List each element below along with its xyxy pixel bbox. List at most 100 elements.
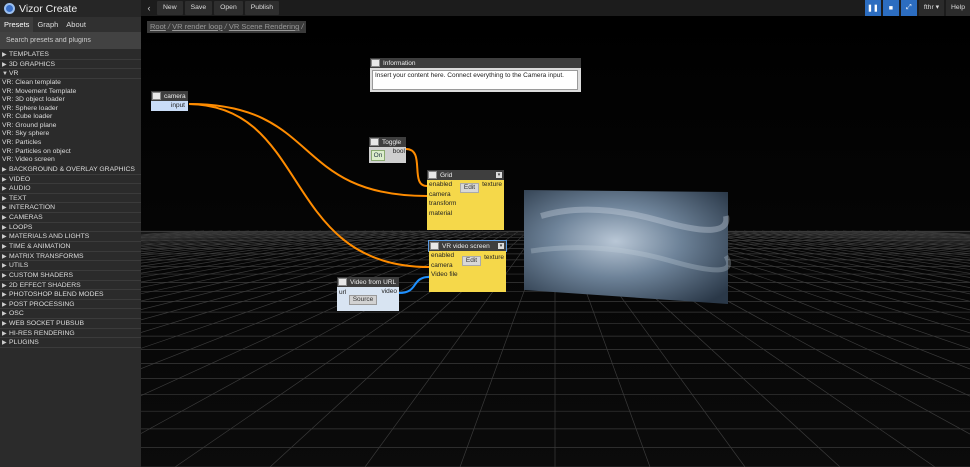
information-text-area[interactable]: Insert your content here. Connect everyt…	[372, 70, 578, 90]
node-header[interactable]: Information	[370, 58, 581, 68]
stop-icon[interactable]: ■	[882, 0, 899, 16]
input-port-material[interactable]: material	[427, 209, 504, 219]
preset-item[interactable]: VR: Particles on object	[0, 148, 141, 157]
tab-presets[interactable]: Presets	[0, 17, 34, 32]
category-loops[interactable]: ▶ LOOPS	[0, 223, 141, 233]
input-port-transform[interactable]: transform	[427, 199, 504, 209]
breadcrumb: Root / VR render loop / VR Scene Renderi…	[147, 21, 307, 33]
camera-output-port[interactable]: input	[151, 101, 188, 111]
category-post-processing[interactable]: ▶ POST PROCESSING	[0, 300, 141, 310]
category-hi-res-rendering[interactable]: ▶ HI-RES RENDERING	[0, 329, 141, 339]
tab-about[interactable]: About	[62, 17, 90, 32]
source-button[interactable]: Source	[349, 295, 377, 305]
open-button[interactable]: Open	[214, 1, 243, 15]
search-bar	[0, 32, 141, 49]
texture-output-port[interactable]: texture	[484, 254, 504, 261]
video-output-port[interactable]: video	[381, 288, 397, 295]
node-menu-icon[interactable]: ▾	[496, 172, 502, 178]
node-header[interactable]: Video from URL	[337, 277, 399, 287]
category-label: WEB SOCKET PUBSUB	[9, 320, 85, 328]
category-utils[interactable]: ▶ UTILS	[0, 261, 141, 271]
preset-category-list: ▶ TEMPLATES ▶ 3D GRAPHICS ▼VR VR: Clean templ…	[0, 49, 141, 349]
vr-video-screen-node[interactable]: VR video screen ▾ enabled camera Video f…	[428, 240, 507, 292]
category-matrix-transforms[interactable]: ▶ MATRIX TRANSFORMS	[0, 252, 141, 262]
node-title: Toggle	[382, 138, 402, 146]
category-label: TIME & ANIMATION	[9, 242, 71, 250]
save-button[interactable]: Save	[184, 1, 213, 15]
category-cameras[interactable]: ▶ CAMERAS	[0, 213, 141, 223]
sidebar-tabs: Presets Graph About	[0, 17, 141, 32]
category-video[interactable]: ▶ VIDEO	[0, 175, 141, 185]
publish-button[interactable]: Publish	[244, 1, 280, 15]
node-header[interactable]: Grid ▾	[427, 170, 504, 180]
back-chevron-icon[interactable]: ‹	[143, 3, 155, 13]
pause-icon[interactable]: ❚❚	[864, 0, 881, 16]
tab-graph[interactable]: Graph	[33, 17, 62, 32]
category-text[interactable]: ▶ TEXT	[0, 194, 141, 204]
input-port-video-file[interactable]: Video file	[429, 270, 506, 280]
preset-item[interactable]: VR: Sky sphere	[0, 130, 141, 139]
category-osc[interactable]: ▶ OSC	[0, 309, 141, 320]
node-header[interactable]: VR video screen ▾	[428, 240, 507, 252]
brand-bar: Vizor Create	[0, 0, 141, 17]
fullscreen-icon[interactable]: ⤢	[900, 0, 917, 16]
preset-item[interactable]: VR: Movement Template	[0, 88, 141, 97]
toggle-on-button[interactable]: On	[371, 150, 385, 161]
grid-node[interactable]: Grid ▾ enabled camera transform material…	[427, 170, 504, 230]
category-time-animation[interactable]: ▶ TIME & ANIMATION	[0, 242, 141, 252]
preset-item[interactable]: VR: Clean template	[0, 79, 141, 88]
category-web-socket-pubsub[interactable]: ▶ WEB SOCKET PUBSUB	[0, 319, 141, 329]
category-label: VR	[9, 70, 19, 78]
node-menu-icon[interactable]: ▾	[498, 243, 504, 249]
breadcrumb-scene[interactable]: VR Scene Rendering	[229, 22, 299, 31]
new-button[interactable]: New	[157, 1, 183, 15]
category-label: 3D GRAPHICS	[9, 60, 56, 68]
node-title: Grid	[440, 171, 453, 179]
category-2d-effect-shaders[interactable]: ▶ 2D EFFECT SHADERS	[0, 281, 141, 291]
category-interaction[interactable]: ▶ INTERACTION	[0, 203, 141, 214]
preset-item[interactable]: VR: Cube loader	[0, 113, 141, 122]
texture-output-port[interactable]: texture	[482, 181, 502, 188]
category-label: TEXT	[9, 194, 27, 202]
user-menu[interactable]: fthr ▾	[918, 0, 945, 16]
node-header[interactable]: camera	[151, 91, 188, 101]
video-from-url-node[interactable]: Video from URL url Source video	[337, 277, 399, 311]
node-title: camera	[164, 92, 186, 100]
category-label: HI-RES RENDERING	[9, 329, 75, 337]
graph-canvas[interactable]: Root / VR render loop / VR Scene Renderi…	[141, 16, 970, 467]
camera-node[interactable]: camera input	[151, 91, 188, 111]
help-button[interactable]: Help	[946, 0, 970, 16]
node-type-icon	[152, 92, 161, 100]
category-audio[interactable]: ▶ AUDIO	[0, 184, 141, 194]
chevron-right-icon: ▶	[2, 340, 7, 347]
bool-output-port[interactable]: bool	[393, 148, 405, 155]
breadcrumb-root[interactable]: Root	[150, 22, 166, 31]
preset-item[interactable]: VR: Particles	[0, 139, 141, 148]
category-materials-and-lights[interactable]: ▶ MATERIALS AND LIGHTS	[0, 232, 141, 242]
information-node[interactable]: Information Insert your content here. Co…	[370, 58, 581, 92]
breadcrumb-render-loop[interactable]: VR render loop	[172, 22, 222, 31]
preset-item[interactable]: VR: 3D object loader	[0, 96, 141, 105]
preset-item[interactable]: VR: Sphere loader	[0, 105, 141, 114]
url-input-port[interactable]: url	[337, 288, 346, 298]
category-label: AUDIO	[9, 185, 31, 193]
node-type-icon	[428, 171, 437, 179]
preset-item[interactable]: VR: Ground plane	[0, 122, 141, 131]
search-input[interactable]	[6, 34, 134, 47]
category-plugins[interactable]: ▶ PLUGINS	[0, 338, 141, 349]
edit-button[interactable]: Edit	[462, 256, 481, 266]
category-3d-graphics[interactable]: ▶ 3D GRAPHICS	[0, 60, 141, 70]
category-background-overlay-graphics[interactable]: ▶ BACKGROUND & OVERLAY GRAPHICS	[0, 165, 141, 175]
sidebar: Vizor Create Presets Graph About ▶TEMPLA…	[0, 0, 141, 467]
node-header[interactable]: Toggle	[369, 137, 406, 147]
category-photoshop-blend-modes[interactable]: ▶ PHOTOSHOP BLEND MODES	[0, 290, 141, 300]
toggle-node[interactable]: Toggle On bool	[369, 137, 406, 163]
preset-item[interactable]: VR: Video screen	[0, 156, 141, 165]
category-label: BACKGROUND & OVERLAY GRAPHICS	[9, 165, 135, 173]
category-custom-shaders[interactable]: ▶ CUSTOM SHADERS	[0, 271, 141, 281]
category-label: OSC	[9, 310, 24, 318]
edit-button[interactable]: Edit	[460, 183, 479, 193]
category-vr[interactable]: ▼VR	[0, 69, 141, 79]
category-templates[interactable]: ▶ TEMPLATES	[0, 50, 141, 60]
node-type-icon	[371, 59, 380, 67]
